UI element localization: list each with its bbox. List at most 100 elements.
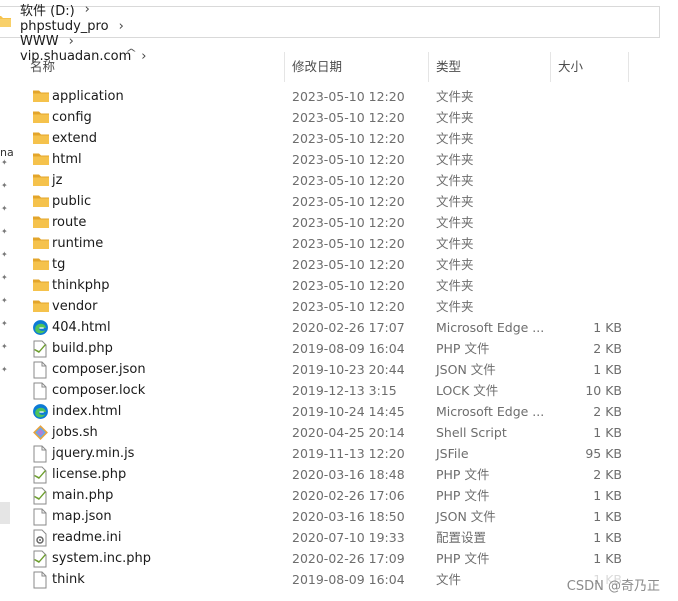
folder-icon xyxy=(32,151,50,169)
file-row[interactable]: application 2023-05-10 12:20 文件夹 xyxy=(22,86,632,107)
php-file-icon xyxy=(32,466,50,484)
file-type: 文件 xyxy=(436,572,462,587)
file-name: build.php xyxy=(52,341,113,356)
file-modified-date: 2019-08-09 16:04 xyxy=(292,341,405,356)
file-row[interactable]: composer.lock 2019-12-13 3:15 LOCK 文件 10 KB xyxy=(22,380,632,401)
file-type: JSON 文件 xyxy=(436,362,496,377)
column-divider[interactable] xyxy=(628,52,629,82)
file-row[interactable]: jquery.min.js 2019-11-13 12:20 JSFile 95 KB xyxy=(22,443,632,464)
file-type: JSON 文件 xyxy=(436,509,496,524)
file-modified-date: 2019-10-24 14:45 xyxy=(292,404,405,419)
file-row[interactable]: html 2023-05-10 12:20 文件夹 xyxy=(22,149,632,170)
breadcrumb-item[interactable]: phpstudy_pro › xyxy=(20,19,157,34)
file-modified-date: 2019-10-23 20:44 xyxy=(292,362,405,377)
file-size: 1 KB xyxy=(593,362,622,377)
file-icon xyxy=(32,361,50,379)
file-row[interactable]: readme.ini 2020-07-10 19:33 配置设置 1 KB xyxy=(22,527,632,548)
chevron-right-icon[interactable]: › xyxy=(85,2,90,17)
file-modified-date: 2023-05-10 12:20 xyxy=(292,131,405,146)
folder-icon xyxy=(0,13,12,32)
breadcrumb-item[interactable]: 软件 (D:) › xyxy=(20,0,157,19)
file-row[interactable]: think2019-08-09 16:04文件1 KB xyxy=(22,569,632,590)
file-type: 配置设置 xyxy=(436,530,487,545)
file-row[interactable]: config 2023-05-10 12:20 文件夹 xyxy=(22,107,632,128)
breadcrumb-item[interactable]: WWW › xyxy=(20,34,157,49)
file-list: application 2023-05-10 12:20 文件夹 config 2023… xyxy=(22,86,632,590)
file-name: jquery.min.js xyxy=(52,446,135,461)
php-file-icon xyxy=(32,487,50,505)
folder-icon xyxy=(32,214,50,232)
shell-script-icon xyxy=(32,424,50,442)
address-bar[interactable]: 此电脑›软件 (D:)›phpstudy_pro›WWW›vip.shuadan… xyxy=(0,2,660,64)
file-type: Microsoft Edge ... xyxy=(436,404,545,419)
column-header-size[interactable]: 大小 xyxy=(550,52,628,82)
file-size: 10 KB xyxy=(585,383,622,398)
file-type: 文件夹 xyxy=(436,89,474,104)
file-row[interactable]: runtime 2023-05-10 12:20 文件夹 xyxy=(22,233,632,254)
nav-selected-item[interactable] xyxy=(0,502,10,524)
folder-icon xyxy=(32,256,50,274)
chevron-right-icon[interactable]: › xyxy=(69,34,74,49)
file-modified-date: 2020-02-26 17:06 xyxy=(292,488,405,503)
column-header-type[interactable]: 类型 xyxy=(428,52,550,82)
file-icon xyxy=(32,445,50,463)
file-modified-date: 2023-05-10 12:20 xyxy=(292,278,405,293)
file-type: 文件夹 xyxy=(436,215,474,230)
file-name: composer.lock xyxy=(52,383,146,398)
breadcrumb-item-label: phpstudy_pro xyxy=(20,18,109,34)
file-name: jobs.sh xyxy=(52,425,98,440)
file-row[interactable]: thinkphp 2023-05-10 12:20 文件夹 xyxy=(22,275,632,296)
file-name: map.json xyxy=(52,509,112,524)
chevron-right-icon[interactable]: › xyxy=(119,19,124,34)
navigation-pane-edge[interactable]: na ✦ ✦ ✦ ✦ ✦ ✦ ✦ ✦ ✦ ✦ xyxy=(0,40,14,601)
file-size: 2 KB xyxy=(593,404,622,419)
column-header: 名称 修改日期 类型 大小 xyxy=(22,52,632,82)
file-size: 1 KB xyxy=(593,551,622,566)
file-type: PHP 文件 xyxy=(436,551,490,566)
pin-icon: ✦ xyxy=(1,204,8,213)
file-type: PHP 文件 xyxy=(436,467,490,482)
file-row[interactable]: vendor 2023-05-10 12:20 文件夹 xyxy=(22,296,632,317)
php-file-icon xyxy=(32,550,50,568)
column-header-date[interactable]: 修改日期 xyxy=(284,52,428,82)
file-modified-date: 2020-02-26 17:09 xyxy=(292,551,405,566)
file-name: thinkphp xyxy=(52,278,110,293)
file-row[interactable]: license.php 2020-03-16 18:48 PHP 文件 2 KB xyxy=(22,464,632,485)
file-row[interactable]: tg 2023-05-10 12:20 文件夹 xyxy=(22,254,632,275)
folder-icon xyxy=(32,88,50,106)
file-name: license.php xyxy=(52,467,127,482)
file-modified-date: 2020-03-16 18:48 xyxy=(292,467,405,482)
file-row[interactable]: system.inc.php 2020-02-26 17:09 PHP 文件 1 KB xyxy=(22,548,632,569)
file-type: JSFile xyxy=(436,446,469,461)
file-type: 文件夹 xyxy=(436,194,474,209)
file-modified-date: 2023-05-10 12:20 xyxy=(292,194,405,209)
file-type: 文件夹 xyxy=(436,257,474,272)
watermark: CSDN @奇乃正 xyxy=(564,575,662,594)
file-row[interactable]: route 2023-05-10 12:20 文件夹 xyxy=(22,212,632,233)
file-row[interactable]: jobs.sh 2020-04-25 20:14 Shell Script 1 KB xyxy=(22,422,632,443)
file-row[interactable]: 404.html 2020-02-26 17:07 Microsoft Edge .… xyxy=(22,317,632,338)
file-name: public xyxy=(52,194,92,209)
file-icon xyxy=(32,382,50,400)
file-modified-date: 2020-03-16 18:50 xyxy=(292,509,405,524)
file-row[interactable]: composer.json 2019-10-23 20:44 JSON 文件 1 KB xyxy=(22,359,632,380)
file-type: 文件夹 xyxy=(436,131,474,146)
file-type: 文件夹 xyxy=(436,110,474,125)
file-row[interactable]: extend 2023-05-10 12:20 文件夹 xyxy=(22,128,632,149)
file-type: 文件夹 xyxy=(436,299,474,314)
file-modified-date: 2023-05-10 12:20 xyxy=(292,257,405,272)
file-size: 1 KB xyxy=(593,425,622,440)
pin-icon: ✦ xyxy=(1,250,8,259)
file-row[interactable]: build.php 2019-08-09 16:04 PHP 文件 2 KB xyxy=(22,338,632,359)
breadcrumb-item-label: 软件 (D:) xyxy=(20,3,75,19)
column-header-name[interactable]: 名称 xyxy=(22,52,284,82)
file-row[interactable]: map.json 2020-03-16 18:50 JSON 文件 1 KB xyxy=(22,506,632,527)
file-row[interactable]: public 2023-05-10 12:20 文件夹 xyxy=(22,191,632,212)
folder-icon xyxy=(32,109,50,127)
file-type: PHP 文件 xyxy=(436,488,490,503)
pin-icon: ✦ xyxy=(1,273,8,282)
file-modified-date: 2023-05-10 12:20 xyxy=(292,236,405,251)
file-row[interactable]: index.html 2019-10-24 14:45 Microsoft Edge… xyxy=(22,401,632,422)
file-row[interactable]: main.php 2020-02-26 17:06 PHP 文件 1 KB xyxy=(22,485,632,506)
file-row[interactable]: jz 2023-05-10 12:20 文件夹 xyxy=(22,170,632,191)
